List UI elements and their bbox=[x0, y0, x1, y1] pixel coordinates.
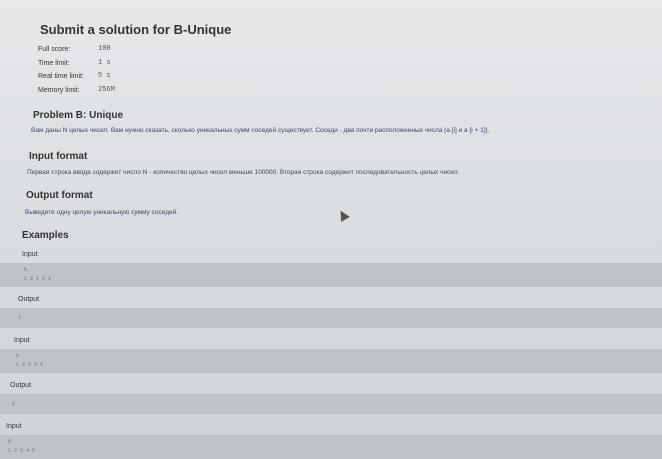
example-1-output-label: Output bbox=[18, 296, 40, 303]
example-2-input-line-1: 5 bbox=[16, 353, 20, 359]
real-time-limit-label: Real time limit: bbox=[38, 73, 84, 80]
example-2-input-line-2: 1 2 3 2 1 bbox=[16, 362, 44, 368]
full-score-label: Full score: bbox=[38, 46, 71, 53]
example-1-input-box: 5 1 2 1 2 1 bbox=[0, 263, 662, 287]
memory-limit-row: Memory limit: 256M bbox=[38, 84, 115, 98]
output-format-heading: Output format bbox=[26, 190, 93, 201]
example-3-input-label: Input bbox=[6, 423, 22, 430]
example-1-input-line-2: 1 2 1 2 1 bbox=[24, 276, 52, 282]
real-time-limit-value: 5 s bbox=[98, 72, 111, 80]
memory-limit-value: 256M bbox=[98, 85, 115, 94]
example-2-input-box: 5 1 2 3 2 1 bbox=[0, 349, 662, 373]
mouse-cursor-icon bbox=[336, 208, 350, 222]
input-format-heading: Input format bbox=[29, 151, 88, 162]
example-2-output-line: 2 bbox=[12, 401, 16, 407]
example-1-output-line: 1 bbox=[18, 315, 22, 321]
page-title: Submit a solution for B-Unique bbox=[40, 22, 232, 37]
limits-table: Full score: 100 Time limit: 1 s Real tim… bbox=[38, 43, 115, 97]
example-1-output-box: 1 bbox=[0, 308, 662, 328]
problem-statement: Вам даны N целых чисел. Вам нужно сказат… bbox=[31, 127, 490, 134]
example-2-output-box: 2 bbox=[0, 394, 662, 414]
problem-heading: Problem B: Unique bbox=[33, 110, 124, 121]
full-score-row: Full score: 100 bbox=[38, 43, 115, 57]
example-3-input-box: 5 1 2 3 4 5 bbox=[0, 435, 662, 459]
real-time-limit-row: Real time limit: 5 s bbox=[38, 70, 115, 84]
time-limit-row: Time limit: 1 s bbox=[38, 57, 115, 71]
example-2-input-label: Input bbox=[14, 337, 30, 344]
examples-heading: Examples bbox=[22, 230, 69, 241]
example-1-input-label: Input bbox=[22, 251, 38, 258]
example-1-input-line-1: 5 bbox=[24, 267, 28, 273]
full-score-value: 100 bbox=[98, 45, 111, 53]
example-3-input-line-1: 5 bbox=[8, 439, 12, 445]
output-format-text: Выведите одну целую уникальную сумму сос… bbox=[25, 209, 179, 216]
time-limit-label: Time limit: bbox=[38, 59, 70, 67]
example-3-input-line-2: 1 2 3 4 5 bbox=[8, 448, 36, 454]
memory-limit-label: Memory limit: bbox=[38, 86, 80, 94]
input-format-text: Первая строка ввода содержит число N - к… bbox=[27, 169, 460, 176]
example-2-output-label: Output bbox=[10, 382, 32, 389]
problem-page: Submit a solution for B-Unique Full scor… bbox=[0, 0, 662, 459]
time-limit-value: 1 s bbox=[98, 58, 111, 67]
